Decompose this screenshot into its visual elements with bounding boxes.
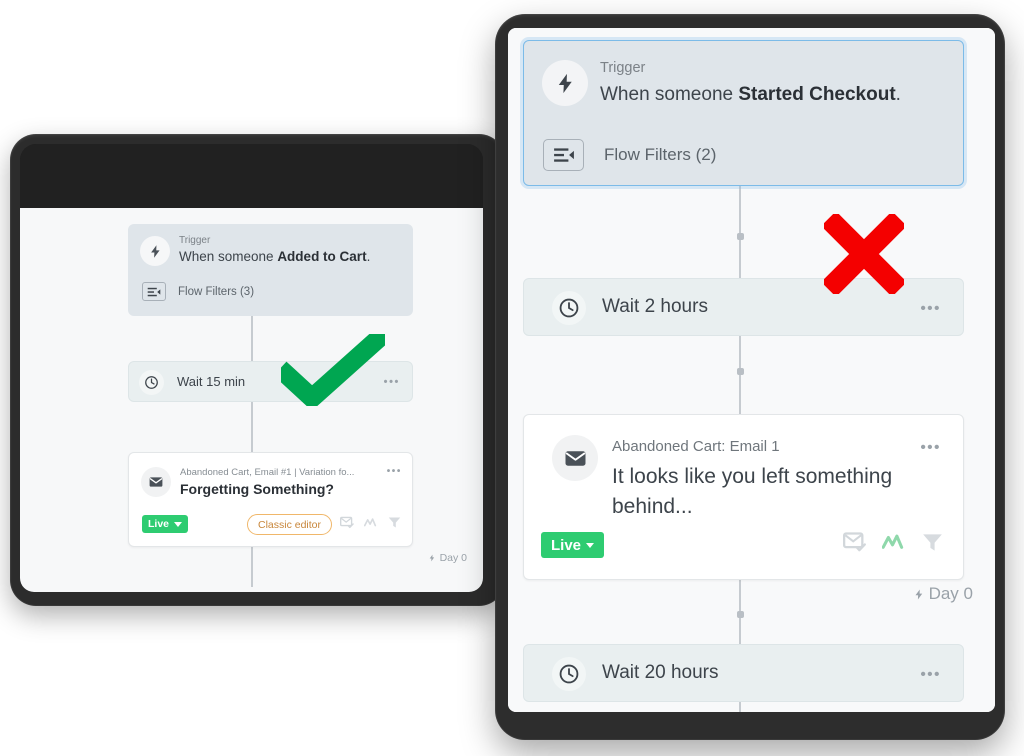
- left-email-card[interactable]: Abandoned Cart, Email #1 | Variation fo.…: [128, 452, 413, 547]
- left-trigger-card[interactable]: Trigger When someone Added to Cart. Flow…: [128, 224, 413, 316]
- left-day-marker-label: Day 0: [439, 552, 467, 564]
- left-status-badge-label: Live: [148, 518, 170, 530]
- right-wait-2-label: Wait 20 hours: [602, 662, 719, 683]
- right-trigger-sentence-prefix: When someone: [600, 84, 739, 105]
- left-trigger-eyebrow: Trigger: [179, 235, 211, 246]
- left-trigger-sentence-bold: Added to Cart: [277, 249, 367, 264]
- left-flow-filters-row[interactable]: Flow Filters (3): [142, 282, 254, 301]
- ellipsis-icon[interactable]: •••: [384, 377, 400, 388]
- left-email-eyebrow: Abandoned Cart, Email #1 | Variation fo.…: [180, 467, 355, 478]
- flow-filters-icon: [142, 282, 166, 301]
- right-day-marker: Day 0: [913, 584, 973, 604]
- right-trigger-sentence-suffix: .: [895, 84, 901, 105]
- right-connector-trigger-wait: [739, 186, 741, 278]
- right-connector-node-2: [736, 368, 744, 375]
- right-email-icon-row: [843, 531, 943, 553]
- tablet-right-device: Trigger When someone Started Checkout. F…: [495, 14, 1005, 740]
- left-connector-wait-email: [251, 402, 253, 452]
- envelope-icon: [552, 435, 598, 481]
- ellipsis-icon[interactable]: •••: [920, 301, 941, 316]
- left-flow-filters-label: Flow Filters (3): [178, 285, 255, 298]
- bolt-icon: [542, 60, 588, 106]
- right-connector-node-3: [736, 611, 744, 618]
- clock-icon: [552, 291, 586, 325]
- bolt-icon: [913, 587, 925, 602]
- left-trigger-sentence: When someone Added to Cart.: [179, 249, 370, 264]
- left-classic-editor-chip[interactable]: Classic editor: [247, 514, 333, 535]
- filter-icon[interactable]: [922, 532, 943, 553]
- right-connector-wait-email: [739, 336, 741, 414]
- left-wait-label: Wait 15 min: [177, 374, 246, 389]
- right-trigger-sentence-bold: Started Checkout: [738, 84, 896, 105]
- red-x-annotation: [821, 211, 907, 297]
- left-trigger-sentence-prefix: When someone: [179, 249, 278, 264]
- right-flow-filters-row[interactable]: Flow Filters (2): [543, 139, 716, 171]
- chevron-down-icon: [586, 542, 595, 548]
- smart-sending-icon[interactable]: [843, 531, 868, 553]
- envelope-icon: [141, 467, 171, 497]
- left-flow-canvas: Trigger When someone Added to Cart. Flow…: [20, 208, 483, 592]
- scene-root: Trigger When someone Added to Cart. Flow…: [0, 0, 1024, 756]
- clock-icon: [139, 370, 164, 395]
- ellipsis-icon[interactable]: •••: [387, 467, 402, 477]
- right-email-card[interactable]: Abandoned Cart: Email 1 It looks like yo…: [523, 414, 964, 580]
- right-day-marker-label: Day 0: [928, 584, 973, 603]
- right-trigger-sentence: When someone Started Checkout.: [600, 84, 901, 106]
- tablet-left-topbar: [20, 144, 483, 208]
- ellipsis-icon[interactable]: •••: [920, 440, 941, 455]
- right-email-subject: It looks like you left something behind.…: [612, 465, 893, 518]
- left-email-icon-row: [340, 516, 401, 529]
- left-trigger-sentence-suffix: .: [366, 249, 371, 264]
- bolt-icon: [428, 553, 436, 563]
- right-status-badge-label: Live: [551, 536, 582, 554]
- right-wait-1-label: Wait 2 hours: [602, 296, 708, 317]
- left-day-marker: Day 0: [428, 552, 467, 564]
- bolt-icon: [140, 236, 170, 266]
- tablet-left-device: Trigger When someone Added to Cart. Flow…: [10, 134, 505, 606]
- right-connector-node-1: [736, 233, 744, 240]
- left-email-subject: Forgetting Something?: [180, 481, 334, 497]
- analytics-icon[interactable]: [882, 533, 908, 551]
- right-email-eyebrow: Abandoned Cart: Email 1: [612, 438, 780, 455]
- left-connector-email-down: [251, 547, 253, 587]
- left-status-badge[interactable]: Live: [142, 515, 189, 533]
- chevron-down-icon: [174, 521, 183, 527]
- ellipsis-icon[interactable]: •••: [920, 667, 941, 682]
- right-status-badge[interactable]: Live: [541, 532, 605, 558]
- green-check-annotation: [273, 325, 392, 411]
- right-trigger-eyebrow: Trigger: [600, 60, 646, 76]
- clock-icon: [552, 657, 586, 691]
- analytics-icon[interactable]: [364, 517, 379, 528]
- right-trigger-card[interactable]: Trigger When someone Started Checkout. F…: [523, 40, 964, 186]
- tablet-right-screen: Trigger When someone Started Checkout. F…: [508, 28, 995, 712]
- right-wait-2-card[interactable]: Wait 20 hours •••: [523, 644, 964, 702]
- smart-sending-icon[interactable]: [340, 516, 355, 529]
- left-connector-trigger-wait: [251, 316, 253, 361]
- right-flow-filters-label: Flow Filters (2): [604, 145, 717, 164]
- right-flow-canvas: Trigger When someone Started Checkout. F…: [508, 28, 995, 712]
- filter-icon[interactable]: [388, 516, 401, 529]
- flow-filters-icon: [543, 139, 584, 171]
- tablet-left-screen: Trigger When someone Added to Cart. Flow…: [20, 144, 483, 592]
